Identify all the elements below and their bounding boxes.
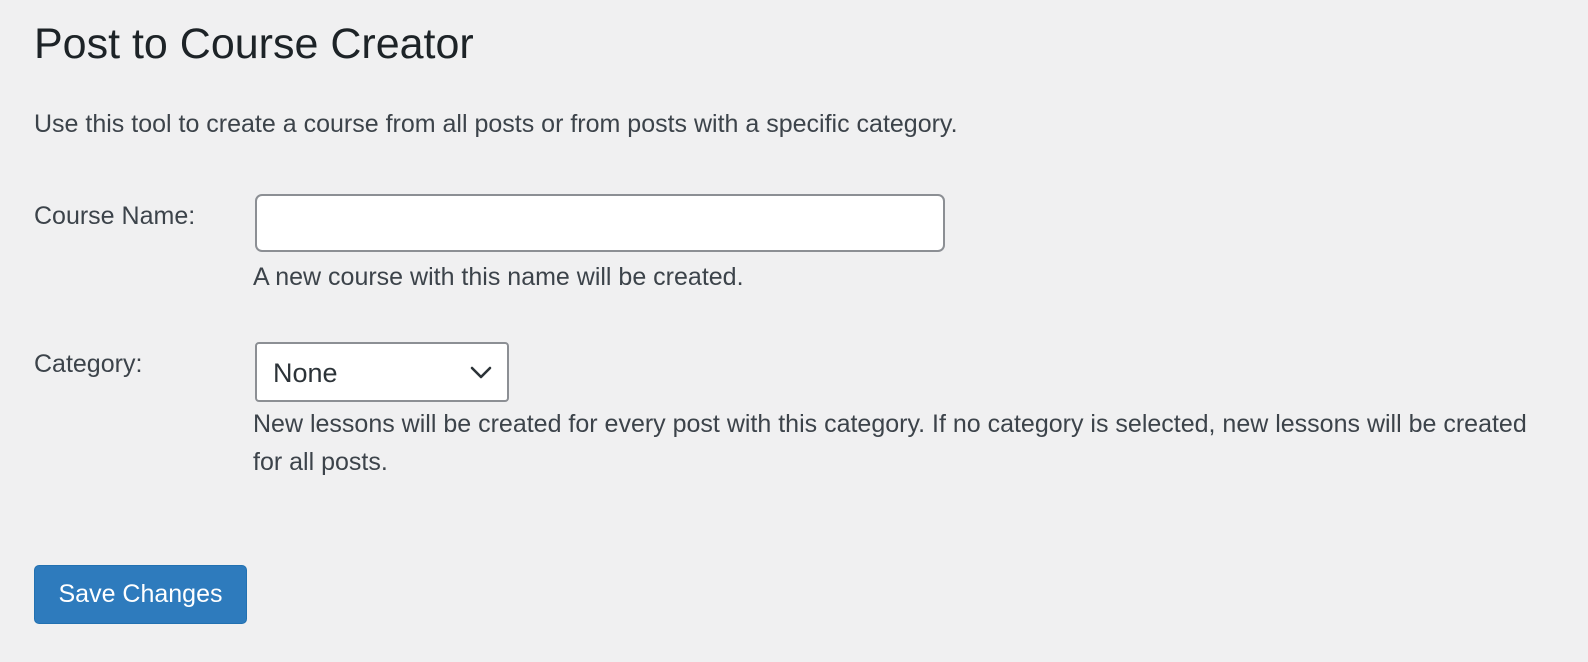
category-label: Category: [34,350,143,378]
course-name-description: A new course with this name will be crea… [253,263,744,291]
course-name-label: Course Name: [34,202,196,230]
category-description: New lessons will be created for every po… [253,410,1527,476]
chevron-down-icon [470,366,492,379]
category-select[interactable]: None [255,342,509,402]
category-select-value: None [273,358,338,388]
course-name-input[interactable] [255,194,945,252]
page-intro-text: Use this tool to create a course from al… [34,110,958,138]
save-changes-button[interactable]: Save Changes [34,565,247,624]
page-title: Post to Course Creator [34,20,474,68]
